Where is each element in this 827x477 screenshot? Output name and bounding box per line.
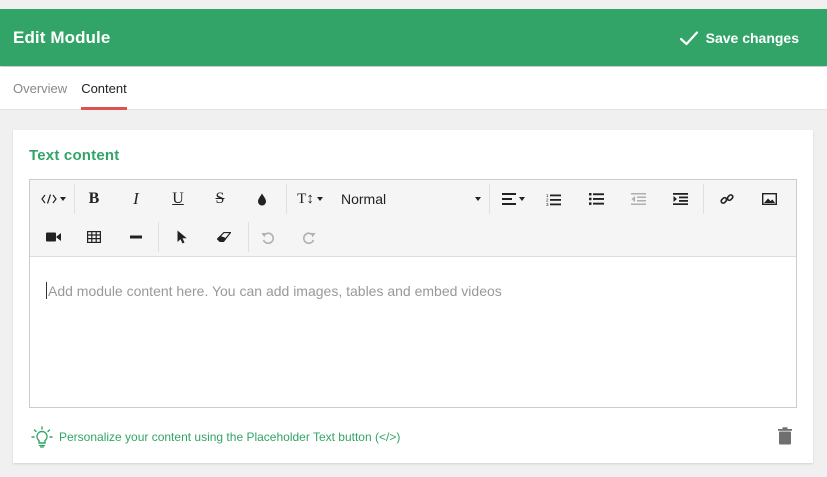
code-view-button[interactable] (38, 185, 68, 213)
code-view-icon (40, 194, 57, 204)
image-icon (761, 193, 777, 205)
toolbar-divider (489, 184, 490, 214)
toolbar-divider (286, 184, 287, 214)
toolbar-divider (248, 222, 249, 252)
svg-text:3: 3 (546, 202, 549, 206)
indent-icon (672, 193, 688, 205)
strikethrough-button[interactable]: S (207, 185, 233, 213)
paragraph-style-value: Normal (341, 191, 387, 207)
editor-toolbar: B I U S T↕ Normal 123 (30, 180, 796, 257)
rich-text-editor: B I U S T↕ Normal 123 Add module content… (29, 179, 797, 408)
text-color-button[interactable] (249, 185, 275, 213)
insert-image-button[interactable] (756, 185, 782, 213)
outdent-button[interactable] (625, 185, 651, 213)
bold-button[interactable]: B (81, 185, 107, 213)
insert-link-button[interactable] (714, 185, 740, 213)
toolbar-divider (74, 184, 75, 214)
insert-video-button[interactable] (38, 223, 68, 251)
italic-button[interactable]: I (123, 185, 149, 213)
select-pointer-button[interactable] (169, 223, 195, 251)
video-icon (45, 232, 61, 242)
outdent-icon (630, 193, 646, 205)
indent-button[interactable] (667, 185, 693, 213)
text-cursor (46, 282, 47, 299)
save-changes-label: Save changes (705, 29, 799, 46)
eraser-icon (217, 232, 231, 242)
chevron-down-icon (475, 197, 481, 201)
editor-placeholder: Add module content here. You can add ima… (48, 283, 502, 299)
font-size-icon: T↕ (297, 190, 314, 207)
ordered-list-icon: 123 (546, 193, 561, 206)
section-title: Text content (29, 147, 120, 164)
personalize-tip-text: Personalize your content using the Place… (59, 430, 401, 444)
clear-format-button[interactable] (211, 223, 237, 251)
unordered-list-icon (588, 193, 604, 205)
tab-content[interactable]: Content (81, 67, 127, 110)
page-header: Edit Module Save changes (0, 9, 827, 66)
horizontal-rule-button[interactable] (123, 223, 149, 251)
align-icon (501, 193, 516, 205)
toolbar-divider (158, 222, 159, 252)
horizontal-rule-icon (130, 235, 142, 239)
chevron-down-icon (59, 197, 66, 201)
content-editor-area[interactable]: Add module content here. You can add ima… (30, 258, 796, 407)
color-drop-icon (258, 193, 266, 205)
align-button[interactable] (497, 185, 529, 213)
table-icon (87, 231, 101, 243)
undo-button[interactable] (254, 223, 280, 251)
delete-button[interactable] (777, 427, 793, 445)
link-icon (720, 194, 734, 204)
redo-button[interactable] (296, 223, 322, 251)
underline-button[interactable]: U (165, 185, 191, 213)
chevron-down-icon (316, 197, 323, 201)
pointer-icon (177, 230, 187, 244)
top-strip (0, 0, 827, 9)
checkmark-icon (679, 30, 698, 45)
insert-table-button[interactable] (81, 223, 107, 251)
tab-overview[interactable]: Overview (13, 67, 67, 110)
save-changes-button[interactable]: Save changes (679, 28, 799, 48)
font-size-button[interactable]: T↕ (294, 185, 326, 213)
undo-icon (261, 231, 274, 244)
text-content-card: Text content B I U S T↕ Normal 1 2 3 Add… (13, 130, 813, 463)
ordered-list-button[interactable]: 123 (540, 185, 566, 213)
tab-bar: Overview Content (0, 67, 827, 110)
page-title: Edit Module (13, 27, 111, 47)
lightbulb-icon (31, 426, 53, 448)
chevron-down-icon (518, 197, 525, 201)
redo-icon (302, 231, 315, 244)
toolbar-divider (703, 184, 704, 214)
paragraph-style-select[interactable]: Normal (341, 185, 481, 213)
trash-icon (778, 427, 792, 445)
unordered-list-button[interactable] (583, 185, 609, 213)
personalize-tip: Personalize your content using the Place… (31, 426, 400, 448)
